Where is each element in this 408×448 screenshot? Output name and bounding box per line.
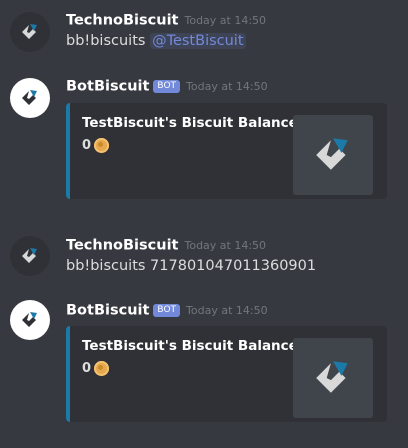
biscuit-logo-icon [22,312,37,327]
avatar[interactable] [10,12,50,52]
timestamp: Today at 14:50 [186,304,268,317]
username[interactable]: TechnoBiscuit [66,238,178,254]
timestamp: Today at 14:50 [184,239,267,252]
message-content: bb!biscuits 717801047011360901 [66,258,316,274]
biscuit-logo-icon [22,90,37,105]
message-header: BotBiscuit BOT Today at 14:50 [66,76,268,96]
username[interactable]: BotBiscuit [66,79,149,95]
username[interactable]: BotBiscuit [66,303,149,319]
avatar[interactable] [10,300,50,340]
message-header: TechnoBiscuit Today at 14:50 [66,235,266,255]
avatar[interactable] [10,236,50,276]
embed: TestBiscuit's Biscuit Balance 0 [66,103,387,199]
biscuit-logo-icon [22,248,37,263]
embed: TestBiscuit's Biscuit Balance 0 [66,326,387,422]
message-content: bb!biscuits @TestBiscuit [66,33,246,49]
embed-title: TestBiscuit's Biscuit Balance [82,338,298,354]
biscuit-coin-icon [94,361,110,376]
biscuit-logo-icon [316,138,348,170]
embed-thumbnail[interactable] [293,338,373,418]
message-header: TechnoBiscuit Today at 14:50 [66,10,266,30]
balance-value: 0 [82,138,92,153]
message-text: bb!biscuits 717801047011360901 [66,258,317,274]
bot-tag: BOT [153,304,181,317]
message-text: bb!biscuits [66,33,151,49]
username[interactable]: TechnoBiscuit [66,13,178,29]
avatar[interactable] [10,78,50,118]
embed-description: 0 [82,138,110,153]
message-header: BotBiscuit BOT Today at 14:50 [66,300,268,320]
embed-title: TestBiscuit's Biscuit Balance [82,115,298,131]
embed-description: 0 [82,361,110,376]
biscuit-logo-icon [22,24,37,39]
bot-tag: BOT [153,80,181,93]
biscuit-coin-icon [94,138,110,153]
user-mention[interactable]: @TestBiscuit [150,33,246,49]
timestamp: Today at 14:50 [184,14,267,27]
embed-thumbnail[interactable] [293,115,373,195]
balance-value: 0 [82,361,92,376]
biscuit-logo-icon [316,361,348,393]
timestamp: Today at 14:50 [186,80,268,93]
